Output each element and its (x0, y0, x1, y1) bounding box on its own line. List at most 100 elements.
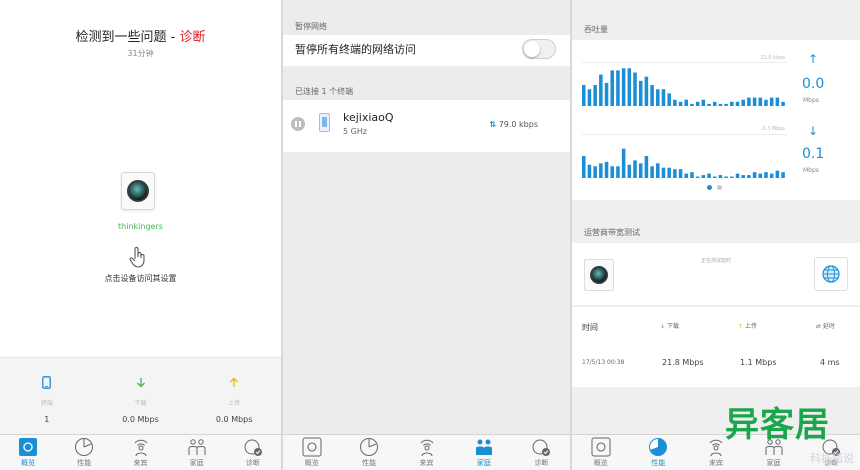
family-icon (188, 439, 206, 455)
tap-hand-icon (129, 247, 145, 268)
watermark-logo: 异客居 (725, 405, 830, 445)
throughput-bar (724, 176, 728, 178)
page-dot-active[interactable] (707, 185, 712, 190)
router-name[interactable]: thinkingers (0, 222, 281, 231)
tab-guest[interactable]: 来宾 (398, 435, 455, 470)
stat-label: 终端 (40, 400, 53, 407)
family-screen: 暂停网络 暂停所有终端的网络访问 已连接 1 个终端 kejixiaoQ 5 G… (283, 0, 570, 470)
throughput-header: 吞吐量 (584, 25, 608, 34)
tab-performance[interactable]: 性能 (630, 435, 688, 470)
throughput-bar (678, 169, 683, 178)
throughput-bar (758, 97, 763, 106)
down-chart-max: 0.3 Mbps (762, 126, 785, 132)
overview-icon (302, 437, 322, 457)
throughput-bar (775, 97, 780, 106)
performance-screen: 吞吐量 21.0 kbps 0.3 Mbps ↑ 0.0 Mbps ↓ 0.1 … (572, 0, 860, 470)
throughput-bar (587, 89, 592, 106)
stat-clients[interactable]: 终端 1 (0, 358, 94, 434)
throughput-bar (621, 68, 626, 106)
tab-diagnose[interactable]: 诊断 (225, 435, 281, 470)
throughput-bar (747, 97, 751, 106)
stat-download[interactable]: 下载 0.0 Mbps (94, 358, 188, 434)
throughput-bar (724, 103, 728, 106)
guest-icon (709, 439, 723, 457)
throughput-bar (752, 97, 757, 106)
stat-label: 上传 (228, 400, 241, 407)
col-upload: ↑ 上传 (738, 323, 757, 330)
throughput-bar (747, 175, 751, 178)
throughput-bar (695, 176, 700, 178)
throughput-bar (730, 101, 734, 106)
upload-arrow-icon: ↑ (808, 52, 819, 66)
stat-label: 下载 (134, 400, 147, 407)
throughput-bar (712, 101, 717, 106)
throughput-bar (741, 175, 745, 178)
download-unit: Mbps (803, 167, 819, 174)
page-dot[interactable] (717, 185, 722, 190)
download-throughput-chart (582, 148, 785, 178)
throughput-bar (661, 89, 666, 106)
tab-performance[interactable]: 性能 (56, 435, 112, 470)
throughput-bar (741, 99, 745, 106)
upload-unit: Mbps (803, 97, 819, 104)
router-icon (127, 180, 149, 202)
throughput-bar (650, 166, 654, 178)
tab-guest[interactable]: 来宾 (112, 435, 168, 470)
pause-section-header: 暂停网络 (295, 22, 327, 31)
col-time: 时间 (582, 323, 598, 332)
throughput-bar (616, 70, 620, 106)
page-indicator[interactable] (707, 185, 722, 190)
throughput-bar (650, 85, 654, 106)
latency-icon: ⇄ (816, 323, 822, 330)
download-arrow-icon: ↓ (660, 323, 666, 330)
throughput-bar (684, 99, 689, 106)
throughput-bar (690, 103, 694, 106)
throughput-bar (752, 172, 757, 178)
throughput-bar (633, 72, 637, 106)
family-icon (475, 439, 492, 455)
tab-family[interactable]: 家庭 (455, 435, 512, 470)
performance-icon (75, 438, 94, 456)
tab-overview[interactable]: 概览 (0, 435, 56, 470)
throughput-bar (735, 173, 740, 178)
router-device (584, 259, 614, 291)
problem-title: 检测到一些问题 - 诊断 (75, 30, 206, 45)
throughput-bar (610, 70, 614, 106)
stats-bar: 终端 1 下载 0.0 Mbps 上传 0.0 Mbps (0, 357, 281, 434)
performance-icon (360, 438, 379, 456)
throughput-bar (599, 74, 603, 106)
router-icon (590, 266, 608, 284)
throughput-bar (633, 160, 637, 178)
client-row[interactable]: kejixiaoQ 5 GHz ⇅ 79.0 kbps (283, 100, 570, 152)
client-phone-icon (319, 113, 330, 132)
throughput-bar (758, 173, 763, 178)
client-name: kejixiaoQ (343, 111, 394, 124)
throughput-card[interactable]: 21.0 kbps 0.3 Mbps ↑ 0.0 Mbps ↓ 0.1 Mbps (572, 40, 860, 200)
tab-overview[interactable]: 概览 (572, 435, 630, 470)
throughput-bar (627, 68, 632, 106)
toggle-knob (524, 41, 540, 57)
throughput-bar (735, 101, 740, 106)
performance-icon (649, 438, 668, 456)
throughput-bar (644, 156, 649, 178)
pause-all-toggle[interactable] (522, 39, 556, 59)
tab-overview[interactable]: 概览 (283, 435, 340, 470)
upload-value: 0.0 (802, 76, 825, 92)
throughput-bar (707, 173, 711, 178)
throughput-bar (627, 164, 632, 178)
result-time: 17/5/13 00:38 (582, 359, 625, 366)
throughput-bar (582, 156, 586, 178)
tab-diagnose[interactable]: 诊断 (513, 435, 570, 470)
updown-arrow-icon: ⇅ (489, 120, 497, 129)
tab-bar: 概览 性能 来宾 家庭 诊断 (0, 434, 281, 470)
diagnose-link[interactable]: 诊断 (179, 30, 205, 45)
pause-all-row: 暂停所有终端的网络访问 (283, 35, 570, 66)
tab-performance[interactable]: 性能 (340, 435, 397, 470)
throughput-bar (582, 85, 586, 106)
stat-upload[interactable]: 上传 0.0 Mbps (187, 358, 281, 434)
router-device[interactable] (121, 172, 155, 210)
throughput-bar (781, 172, 785, 178)
pause-client-button[interactable] (291, 117, 305, 131)
result-download: 21.8 Mbps (662, 358, 704, 367)
tab-family[interactable]: 家庭 (169, 435, 225, 470)
